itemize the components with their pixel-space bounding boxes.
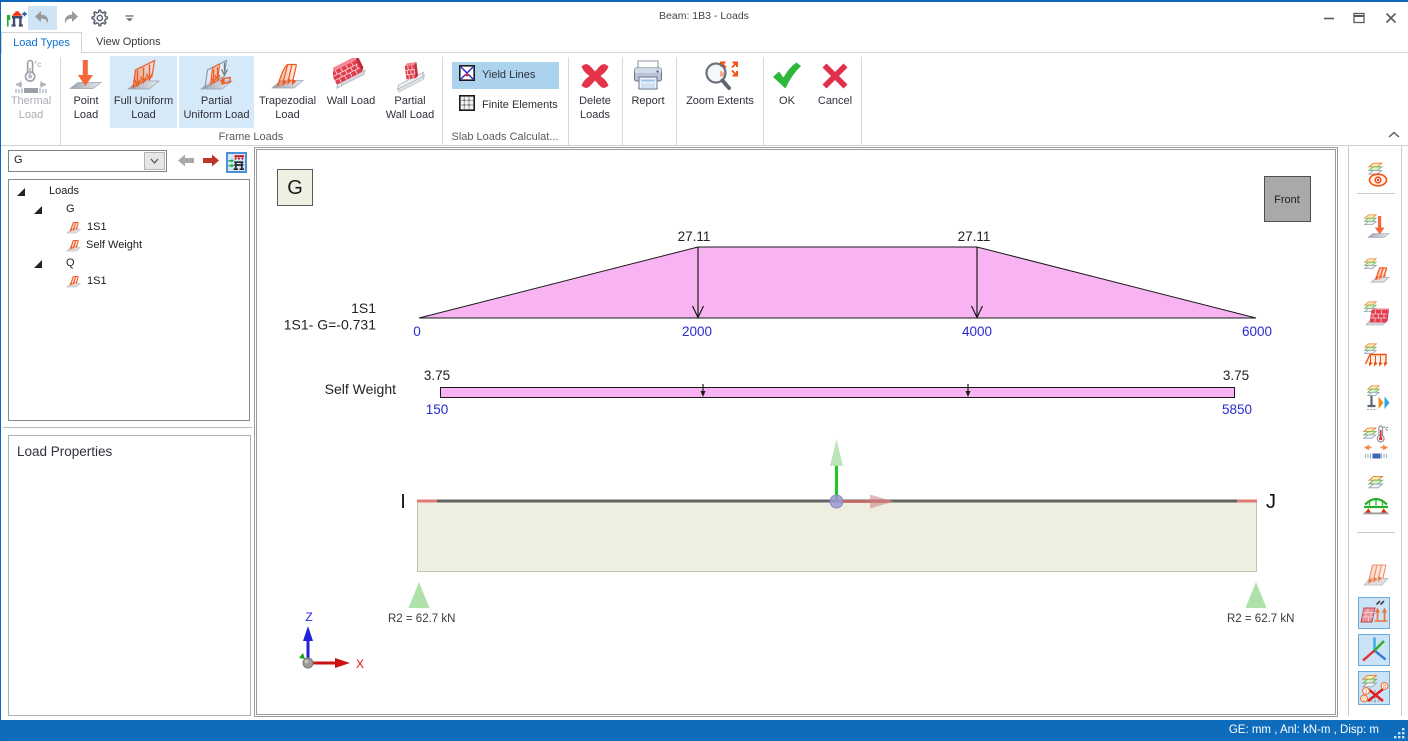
svg-text:4000: 4000 <box>962 324 992 339</box>
svg-text:3.75: 3.75 <box>1223 368 1249 383</box>
svg-text:0: 0 <box>1362 697 1365 703</box>
svg-text:3.75: 3.75 <box>424 368 450 383</box>
svg-text:2000: 2000 <box>682 324 712 339</box>
svg-text:Self Weight: Self Weight <box>325 381 396 397</box>
svg-text:1S1- G=-0.731: 1S1- G=-0.731 <box>284 317 376 333</box>
svg-text:G: G <box>287 177 303 199</box>
svg-text:Front: Front <box>1274 194 1300 206</box>
svg-text:1: 1 <box>1364 689 1367 695</box>
svg-text:27.11: 27.11 <box>678 229 711 244</box>
svg-text:°c: °c <box>1383 427 1388 433</box>
svg-text:R2 = 62.7 kN: R2 = 62.7 kN <box>388 613 455 625</box>
svg-text:I: I <box>400 491 406 513</box>
svg-text:1S1: 1S1 <box>351 300 376 316</box>
svg-text:R2 = 62.7 kN: R2 = 62.7 kN <box>1227 613 1294 625</box>
svg-text:X: X <box>356 657 364 671</box>
svg-text:0: 0 <box>413 324 421 339</box>
svg-text:J: J <box>1266 491 1276 513</box>
svg-text:Z: Z <box>305 610 312 624</box>
svg-text:°c: °c <box>34 60 41 69</box>
svg-text:27.11: 27.11 <box>958 229 991 244</box>
svg-text:8: 8 <box>1383 684 1386 690</box>
svg-text:6000: 6000 <box>1242 324 1272 339</box>
svg-text:150: 150 <box>426 402 449 417</box>
svg-text:5850: 5850 <box>1222 402 1252 417</box>
